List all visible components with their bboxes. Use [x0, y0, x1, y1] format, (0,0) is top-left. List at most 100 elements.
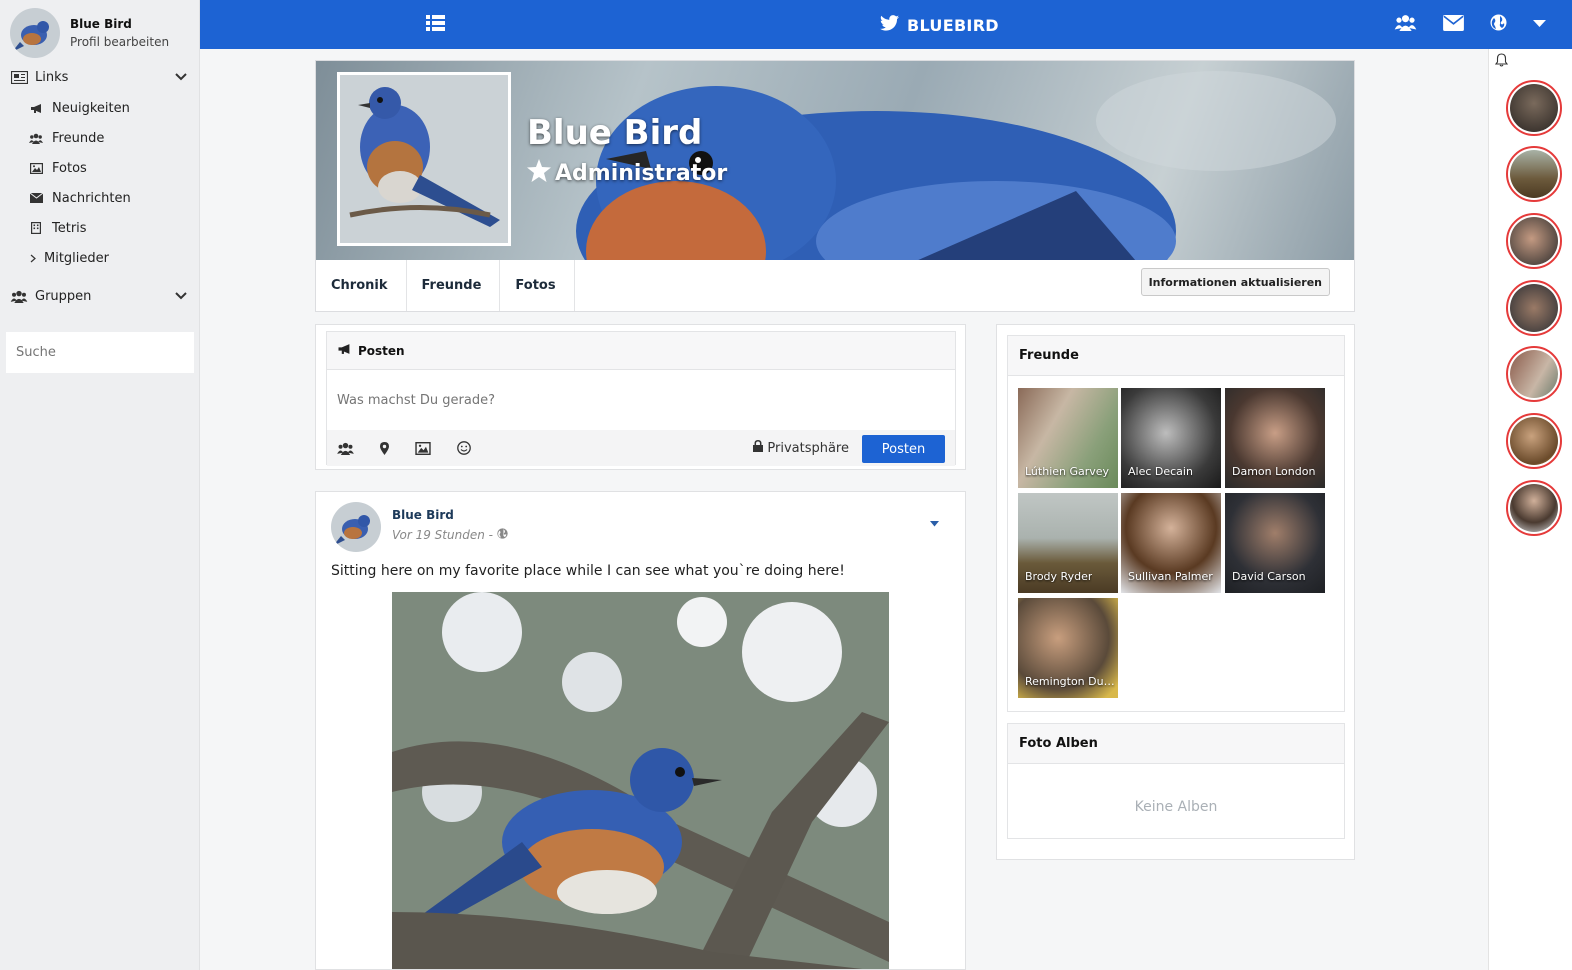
friend-tile[interactable]: Damon London — [1225, 388, 1325, 488]
sidebar-item-label: Tetris — [52, 220, 87, 236]
online-friend-avatar[interactable] — [1506, 413, 1562, 469]
list-menu-icon[interactable] — [426, 15, 445, 35]
sidebar-item-freunde[interactable]: Freunde — [0, 123, 199, 153]
friend-tile[interactable]: Lúthien Garvey — [1018, 388, 1118, 488]
megaphone-icon — [29, 103, 43, 114]
sidebar-item-neuigkeiten[interactable]: Neuigkeiten — [0, 93, 199, 123]
online-friend-avatar[interactable] — [1506, 346, 1562, 402]
friend-name: Sullivan Palmer — [1128, 570, 1213, 583]
tab-chronik[interactable]: Chronik — [316, 260, 407, 311]
online-friend-avatar[interactable] — [1506, 213, 1562, 269]
no-albums-text: Keine Alben — [1134, 799, 1218, 815]
sidebar-item-tetris[interactable]: Tetris — [0, 213, 199, 243]
envelope-icon — [29, 193, 43, 203]
sidebar-item-fotos[interactable]: Fotos — [0, 153, 199, 183]
sidebar-user[interactable]: Blue Bird Profil bearbeiten — [0, 0, 199, 66]
post-composer-card: Posten Privatsphäre Posten — [315, 324, 966, 470]
emoji-icon[interactable] — [457, 441, 471, 455]
composer-toolbar: Privatsphäre Posten — [327, 430, 955, 466]
status-input[interactable] — [327, 370, 955, 430]
cover-photo: Blue Bird Administrator — [316, 61, 1354, 260]
sidebar-section-label: Gruppen — [35, 288, 92, 304]
post-timestamp: Vor 19 Stunden - — [392, 528, 508, 542]
chevron-right-icon — [29, 254, 37, 263]
post-submit-button[interactable]: Posten — [862, 435, 945, 463]
friend-tile[interactable]: Sullivan Palmer — [1121, 493, 1221, 593]
privacy-selector[interactable]: Privatsphäre — [753, 440, 849, 456]
friend-name: David Carson — [1232, 570, 1306, 583]
globe-icon[interactable] — [1490, 14, 1507, 31]
sidebar-section-label: Links — [35, 69, 69, 85]
friend-name: Brody Ryder — [1025, 570, 1093, 583]
search-input[interactable] — [6, 332, 194, 373]
profile-picture[interactable] — [337, 72, 511, 246]
sidebar-section-links[interactable]: Links — [0, 66, 199, 88]
profile-side-column: Freunde Lúthien Garvey Alec Decain Damon… — [996, 324, 1355, 860]
edit-profile-link[interactable]: Profil bearbeiten — [70, 35, 169, 49]
profile-role: Administrator — [527, 159, 727, 188]
building-icon — [29, 222, 43, 234]
newspaper-icon — [10, 70, 28, 84]
friend-tile[interactable]: Brody Ryder — [1018, 493, 1118, 593]
twitter-bird-icon — [880, 15, 907, 35]
post-options-caret-icon[interactable] — [930, 516, 939, 531]
profile-tabs: Chronik Freunde Fotos — [316, 260, 575, 311]
user-avatar[interactable] — [10, 8, 60, 58]
composer-title: Posten — [358, 343, 405, 358]
sidebar-item-mitglieder[interactable]: Mitglieder — [0, 243, 199, 273]
photo-albums-panel: Foto Alben Keine Alben — [1007, 723, 1345, 839]
online-friends-rail — [1488, 49, 1572, 970]
sidebar-item-label: Neuigkeiten — [52, 100, 130, 116]
tab-freunde[interactable]: Freunde — [407, 260, 501, 311]
lock-icon — [753, 440, 767, 456]
friend-name: Damon London — [1232, 465, 1316, 478]
chevron-down-icon[interactable] — [175, 70, 187, 85]
sidebar-item-label: Nachrichten — [52, 190, 131, 206]
friends-panel-title: Freunde — [1008, 336, 1344, 376]
online-friend-avatar[interactable] — [1506, 480, 1562, 536]
post-composer: Posten Privatsphäre Posten — [326, 331, 956, 466]
megaphone-icon — [337, 343, 358, 358]
online-friend-avatar[interactable] — [1506, 146, 1562, 202]
friend-name: Remington Dun... — [1025, 675, 1115, 688]
messages-icon[interactable] — [1443, 14, 1464, 31]
profile-role-label: Administrator — [555, 161, 728, 186]
tag-friends-icon[interactable] — [337, 442, 354, 455]
sidebar-item-label: Freunde — [52, 130, 105, 146]
albums-panel-title: Foto Alben — [1008, 724, 1344, 764]
friend-tile[interactable]: Remington Dun... — [1018, 598, 1118, 698]
users-icon — [29, 133, 43, 144]
globe-icon — [493, 528, 508, 542]
bell-icon[interactable] — [1494, 53, 1509, 71]
friend-tile[interactable]: Alec Decain — [1121, 388, 1221, 488]
sidebar-item-label: Mitglieder — [44, 250, 109, 266]
friend-name: Lúthien Garvey — [1025, 465, 1110, 478]
online-friend-avatar[interactable] — [1506, 80, 1562, 136]
post-time-label: Vor 19 Stunden - — [392, 528, 493, 542]
users-icon — [10, 290, 28, 303]
brand-name: BLUEBIRD — [907, 15, 999, 35]
user-name[interactable]: Blue Bird — [70, 17, 169, 31]
friends-panel: Freunde Lúthien Garvey Alec Decain Damon… — [1007, 335, 1345, 712]
sidebar-item-nachrichten[interactable]: Nachrichten — [0, 183, 199, 213]
online-friend-avatar[interactable] — [1506, 280, 1562, 336]
post-text: Sitting here on my favorite place while … — [331, 563, 845, 579]
friend-requests-icon[interactable] — [1394, 14, 1417, 31]
update-info-button[interactable]: Informationen aktualisieren — [1140, 268, 1330, 296]
location-pin-icon[interactable] — [380, 441, 389, 455]
sidebar-section-gruppen[interactable]: Gruppen — [0, 285, 199, 307]
left-sidebar: Blue Bird Profil bearbeiten Links Neuigk… — [0, 0, 200, 970]
friend-name: Alec Decain — [1128, 465, 1193, 478]
post-photo[interactable] — [392, 592, 889, 969]
composer-header: Posten — [327, 332, 955, 370]
friend-tile[interactable]: David Carson — [1225, 493, 1325, 593]
tab-fotos[interactable]: Fotos — [500, 260, 575, 311]
brand-logo[interactable]: BLUEBIRD — [880, 15, 999, 35]
chevron-down-icon[interactable] — [175, 289, 187, 304]
photo-icon[interactable] — [415, 441, 431, 455]
chevron-down-icon[interactable] — [1533, 19, 1546, 27]
sidebar-item-label: Fotos — [52, 160, 87, 176]
post-author-name[interactable]: Blue Bird — [392, 508, 454, 522]
privacy-label: Privatsphäre — [767, 440, 849, 456]
post-author-avatar[interactable] — [331, 502, 381, 552]
